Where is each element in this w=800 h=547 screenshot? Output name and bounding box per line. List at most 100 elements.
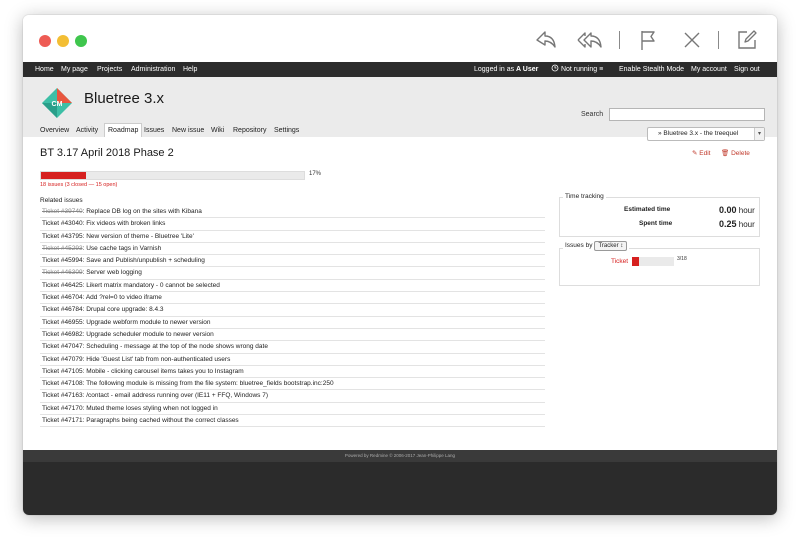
pencil-icon: ✎ [692,150,698,157]
issues-by-select[interactable]: Tracker ↕ [594,241,628,251]
project-title: Bluetree 3.x [84,90,165,107]
issue-link[interactable]: Ticket #47047 [42,343,83,350]
issue-link[interactable]: Ticket #47079 [42,356,83,363]
issue-subject: : The following module is missing from t… [82,380,334,388]
stealth-mode-link[interactable]: Enable Stealth Mode [619,62,684,77]
issue-link[interactable]: Ticket #47105 [42,368,83,375]
issues-by-progress-bar [632,257,674,266]
flag-icon[interactable] [635,27,661,53]
issue-link[interactable]: Ticket #47163 [42,392,83,399]
issue-link[interactable]: Ticket #47108 [42,380,83,387]
menu-help[interactable]: Help [183,62,197,77]
issue-subject: : Server web logging [82,269,142,277]
issue-link[interactable]: Ticket #43040 [42,220,83,227]
issue-subject: : Upgrade scheduler module to newer vers… [82,330,214,338]
time-tracking-legend: Time tracking [563,193,606,200]
issue-row: Ticket #43795: New version of theme - Bl… [40,231,545,243]
issues-by-box [559,248,760,286]
clock-icon [551,64,559,72]
issue-row: Ticket #47163: /contact - email address … [40,390,545,403]
tab-activity[interactable]: Activity [76,124,98,137]
issue-link[interactable]: Ticket #43795 [42,233,83,240]
issue-subject: : New version of theme - Bluetree 'Lite' [82,232,194,240]
progress-legend[interactable]: 18 issues (3 closed — 15 open) [40,182,117,188]
menu-administration[interactable]: Administration [131,62,175,77]
window-toolbar [23,15,777,62]
tab-wiki[interactable]: Wiki [211,124,224,137]
issue-subject: : Likert matrix mandatory - 0 cannot be … [82,281,220,289]
close-icon[interactable] [679,27,705,53]
issue-link[interactable]: Ticket #47171 [42,417,83,424]
issues-by-progress-fill [632,257,639,266]
issue-row: Ticket #46309: Server web logging [40,267,545,280]
progress-percent: 17% [309,171,322,177]
issue-link[interactable]: Ticket #46425 [42,282,83,289]
issue-link[interactable]: Ticket #46955 [42,319,83,326]
issue-link[interactable]: Ticket #46309 [42,269,83,276]
issue-link[interactable]: Ticket #46704 [42,294,83,301]
issue-row: Ticket #46955: Upgrade webform module to… [40,317,545,329]
menu-my-page[interactable]: My page [61,62,88,77]
trash-icon: 🗑 [721,150,730,157]
edit-link[interactable]: ✎ Edit [692,149,710,157]
issue-row: Ticket #46982: Upgrade scheduler module … [40,329,545,342]
close-window-button[interactable] [39,35,51,47]
issue-row: Ticket #47047: Scheduling - message at t… [40,341,545,354]
estimated-time-value: 0.00 hour [719,205,755,215]
menu-projects[interactable]: Projects [97,62,122,77]
tab-overview[interactable]: Overview [40,124,69,137]
issue-row: Ticket #43040: Fix videos with broken li… [40,218,545,231]
issues-by-tracker-label[interactable]: Ticket [611,258,628,265]
reply-all-icon[interactable] [575,27,605,53]
issue-link[interactable]: Ticket #45994 [42,257,83,264]
issue-link[interactable]: Ticket #47170 [42,405,83,412]
issue-link[interactable]: Ticket #46982 [42,331,83,338]
issue-subject: : Mobile - clicking carousel items takes… [82,367,244,375]
delete-link[interactable]: 🗑 Delete [721,149,750,157]
issue-subject: : /contact - email address running over … [82,392,268,400]
issue-row: Ticket #45994: Save and Publish/unpublis… [40,255,545,268]
toolbar-divider [718,31,719,49]
issue-subject: : Upgrade webform module to newer versio… [82,318,211,326]
issue-row: Ticket #47108: The following module is m… [40,378,545,391]
issue-link[interactable]: Ticket #45293 [42,245,83,252]
toolbar-divider [619,31,620,49]
issue-row: Ticket #39740: Replace DB log on the sit… [40,206,545,219]
tab-repository[interactable]: Repository [233,124,266,137]
my-account-link[interactable]: My account [691,62,727,77]
spent-time-value[interactable]: 0.25 hour [719,219,755,229]
issue-subject: : Fix videos with broken links [82,220,166,228]
search-input[interactable] [609,108,765,121]
tab-roadmap[interactable]: Roadmap [104,123,143,137]
issue-subject: : Save and Publish/unpublish + schedulin… [82,257,205,265]
version-progress-bar [40,171,305,180]
progress-fill [41,172,86,179]
compose-icon[interactable] [734,27,760,53]
issue-subject: : Muted theme loses styling when not log… [82,404,218,412]
issue-link[interactable]: Ticket #39740 [42,208,83,215]
project-logo: CM [42,88,72,118]
reply-icon[interactable] [533,27,559,53]
issue-subject: : Scheduling - message at the top of the… [82,343,268,351]
tab-new-issue[interactable]: New issue [172,124,204,137]
current-user[interactable]: A User [516,66,538,73]
issue-row: Ticket #47105: Mobile - clicking carouse… [40,366,545,379]
issue-link[interactable]: Ticket #46784 [42,306,83,313]
estimated-time-label: Estimated time [624,206,671,213]
top-menu: Home My page Projects Administration Hel… [23,62,777,77]
sign-out-link[interactable]: Sign out [734,62,760,77]
tab-settings[interactable]: Settings [274,124,299,137]
tab-issues[interactable]: Issues [144,124,164,137]
issue-row: Ticket #46704: Add ?rel=0 to video ifram… [40,292,545,305]
issue-subject: : Use cache tags in Varnish [82,244,162,252]
related-issues-title: Related issues [40,197,83,204]
issue-row: Ticket #47170: Muted theme loses styling… [40,403,545,416]
issue-subject: : Replace DB log on the sites with Kiban… [82,208,202,215]
menu-home[interactable]: Home [35,62,54,77]
minimize-window-button[interactable] [57,35,69,47]
status-indicator[interactable]: Not running ≡ [551,62,603,77]
project-tabs: Overview Activity Roadmap Issues New iss… [23,122,777,137]
related-issues-list: Ticket #39740: Replace DB log on the sit… [40,206,545,428]
zoom-window-button[interactable] [75,35,87,47]
issue-subject: : Drupal core upgrade: 8.4.3 [82,306,164,314]
